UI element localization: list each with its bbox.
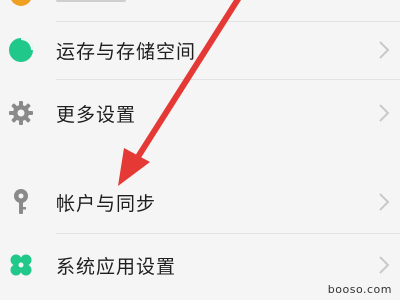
key-icon [7, 188, 35, 216]
settings-item-account-sync[interactable]: 帐户与同步 [0, 176, 400, 228]
chevron-right-icon [376, 191, 392, 213]
watermark-text: booso.com [327, 283, 392, 296]
divider [56, 79, 400, 80]
chevron-right-icon [376, 39, 392, 61]
partial-item-icon [10, 0, 32, 6]
settings-item-label: 运存与存储空间 [56, 40, 197, 63]
chevron-right-icon [376, 102, 392, 124]
partial-item-label [56, 0, 126, 2]
settings-item-label: 帐户与同步 [56, 192, 157, 215]
chevron-right-icon [376, 254, 392, 276]
settings-item-label: 更多设置 [56, 103, 137, 126]
gear-icon [7, 99, 35, 127]
settings-item-storage[interactable]: 运存与存储空间 [0, 24, 400, 76]
pie-chart-icon [7, 36, 35, 64]
settings-item-more-settings[interactable]: 更多设置 [0, 87, 400, 139]
settings-screen: 运存与存储空间 更多设置 帐户与同步 系统应用设置 booso.com [0, 0, 400, 300]
clover-icon [7, 251, 35, 279]
settings-item-label: 系统应用设置 [56, 255, 177, 278]
divider [56, 233, 400, 234]
divider [56, 21, 400, 22]
